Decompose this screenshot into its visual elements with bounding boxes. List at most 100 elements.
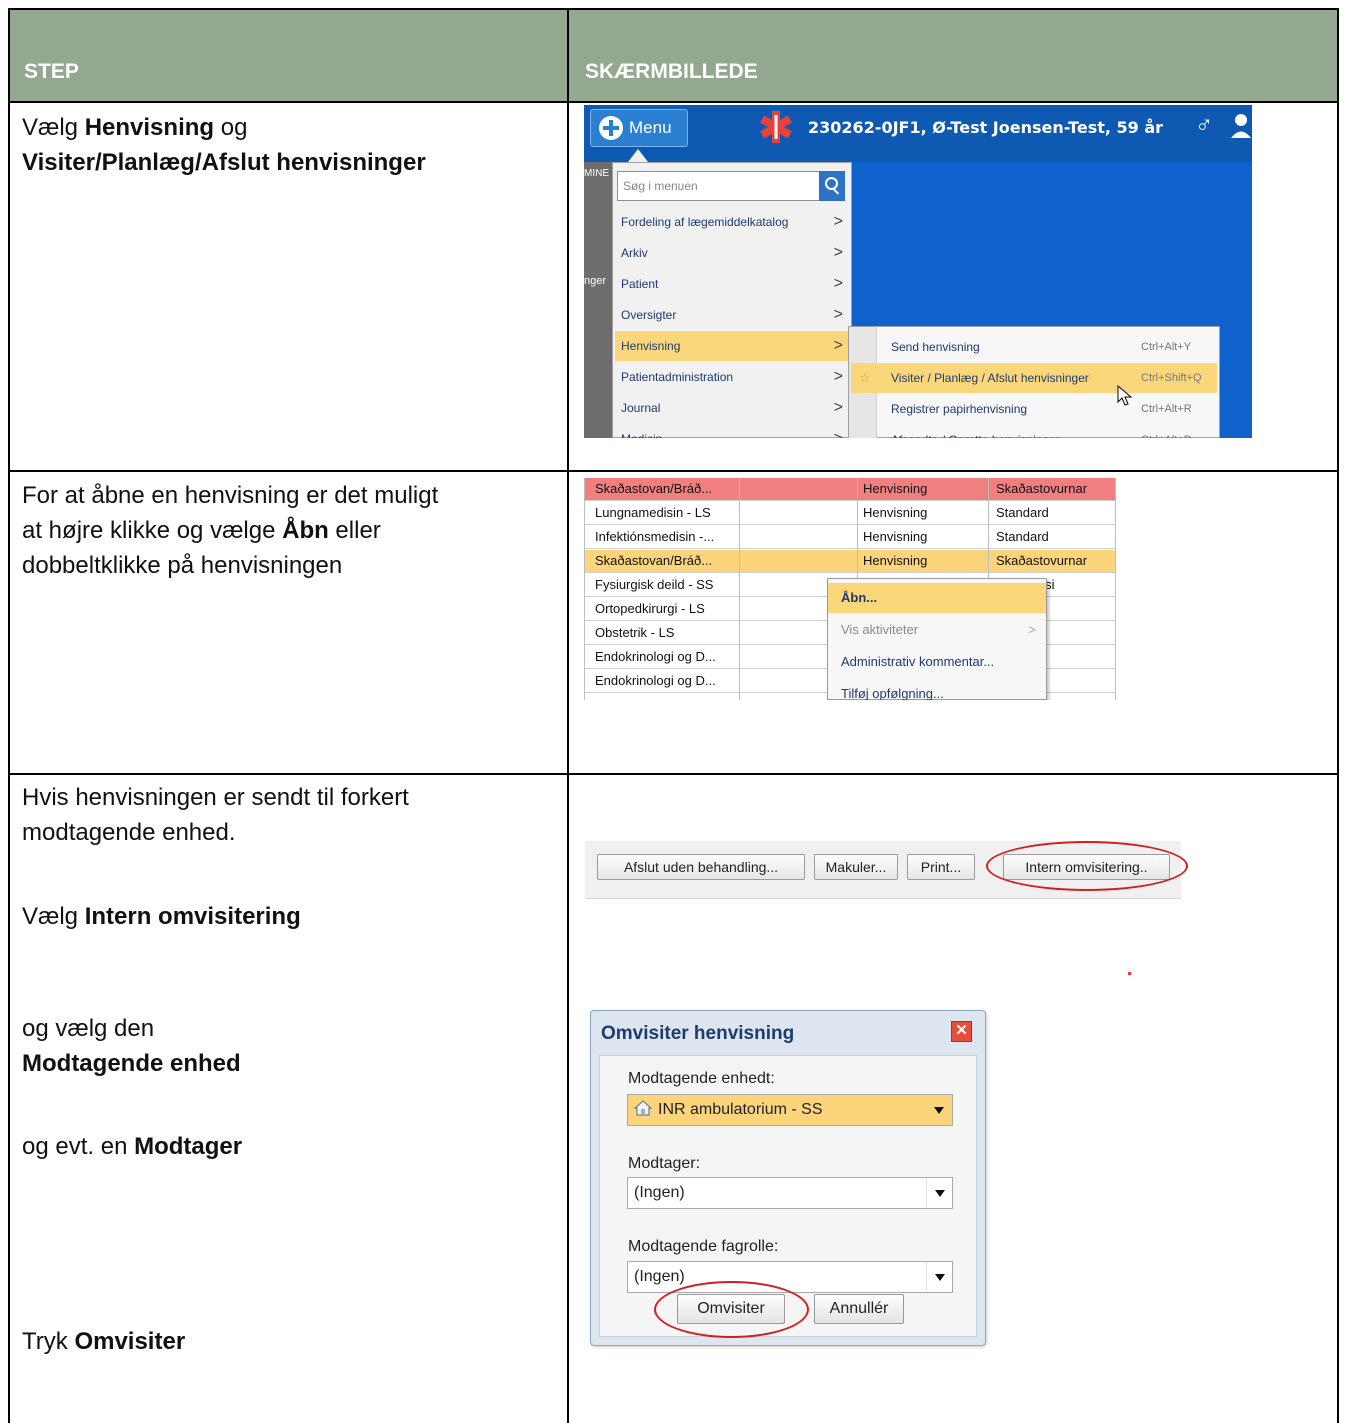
mouse-cursor-icon (1117, 385, 1133, 406)
bold-term: Henvisning (84, 114, 215, 141)
discard-button[interactable]: Makuler... (814, 854, 898, 880)
menu-item-patient[interactable]: Patient > (615, 269, 849, 299)
table-cell: Skaðastovurnar (996, 481, 1088, 496)
plus-icon (599, 116, 623, 140)
step-1-text: Vælg Henvisning og Visiter/Planlæg/Afslut… (22, 110, 426, 180)
patient-info: 230262-0JF1, Ø-Test Joensen-Test, 59 år (808, 118, 1164, 137)
role-select[interactable]: (Ingen) (627, 1261, 953, 1293)
menu-search-input[interactable]: Søg i menuen (617, 171, 845, 201)
bold-term: Åbn (282, 517, 329, 544)
male-icon: ♂ (1195, 111, 1213, 138)
menu-item-label: Journal (621, 401, 661, 415)
context-menu-item[interactable]: Åbn... (828, 583, 1046, 613)
table-row[interactable]: Skaðastovan/Bráð... Henvisning Skaðastovur… (584, 478, 1116, 501)
submenu-henvisning: Send henvisning Ctrl+Alt+Y ☆ Visiter / Plan… (848, 326, 1220, 438)
step-fragment: at højre klikke og vælge (22, 517, 283, 544)
table-row[interactable]: Infektiónsmedisin -... Henvisning Standard (584, 526, 1116, 549)
receiving-unit-select[interactable]: INR ambulatorium - SS (627, 1094, 953, 1126)
context-menu-item[interactable]: Administrativ kommentar... (828, 647, 1046, 677)
step-line: dobbeltklikke på henvisningen (22, 548, 438, 583)
submenu-shortcut: Ctrl+Alt+D (1141, 425, 1192, 438)
table-cell: Skaðastovurnar (996, 553, 1088, 568)
table-cell: Skaðastovan/Bráð... (595, 481, 713, 496)
context-menu-item[interactable]: Vis aktiviteter > (828, 615, 1046, 645)
submenu-shortcut: Ctrl+Alt+R (1141, 403, 1192, 415)
menu-item-label: Oversigter (621, 308, 677, 322)
submenu-item[interactable]: Send henvisning Ctrl+Alt+Y (851, 332, 1217, 362)
submenu-shortcut: Ctrl+Alt+Y (1141, 341, 1192, 353)
menu-item-henvisning[interactable]: Henvisning > (615, 331, 849, 361)
print-button[interactable]: Print... (907, 854, 975, 880)
step-3-choose-unit-line2: Modtagende enhed (22, 1050, 241, 1077)
close-icon[interactable]: ✕ (951, 1021, 972, 1042)
step-line: Vælg Henvisning og (22, 110, 426, 145)
table-cell: Henvisning (863, 481, 928, 496)
screenshot-button-bar: Afslut uden behandling... Makuler... Pri… (585, 841, 1188, 899)
step-fragment: og (214, 114, 248, 141)
finish-without-treatment-button[interactable]: Afslut uden behandling... (597, 854, 805, 880)
header-step: STEP (24, 60, 79, 83)
left-strip-label: MINE (584, 168, 609, 179)
menu-item-fordeling-af-lægemiddelkatalog[interactable]: Fordeling af lægemiddelkatalog > (615, 207, 849, 237)
chevron-right-icon: > (1028, 622, 1036, 637)
context-menu-label: Vis aktiviteter (841, 622, 919, 637)
menu-item-label: Medicin (621, 432, 662, 438)
chevron-right-icon: > (833, 244, 843, 261)
list-column-separator (1115, 478, 1116, 700)
left-strip-label-2: nger (584, 275, 607, 287)
receiving-unit-value: INR ambulatorium - SS (658, 1101, 823, 1118)
step-line: at højre klikke og vælge Åbn eller (22, 513, 438, 548)
submenu-shortcut: Ctrl+Shift+Q (1141, 372, 1202, 384)
menu-item-label: Fordeling af lægemiddelkatalog (621, 215, 789, 229)
submenu-item-label: Visiter / Planlæg / Afslut henvisninger (891, 371, 1089, 385)
submenu-item[interactable]: ☆ Visiter / Planlæg / Afslut henvisninger… (851, 363, 1217, 393)
chevron-down-icon[interactable] (926, 1178, 952, 1208)
submenu-item-label: Send henvisning (891, 340, 980, 354)
submenu-item[interactable]: Registrer papirhenvisning Ctrl+Alt+R (851, 394, 1217, 424)
main-menu: Søg i menuen Fordeling af lægemiddelkata… (612, 162, 852, 438)
table-border-left (8, 8, 10, 1423)
table-row[interactable]: Lungnamedisin - LS Henvisning Standard (584, 502, 1116, 525)
receiver-label: Modtager: (628, 1155, 701, 1172)
bold-term: Visiter/Planlæg/Afslut henvisninger (22, 149, 426, 176)
step-3-line1: Hvis henvisningen er sendt til forkert (22, 784, 409, 811)
menu-item-journal[interactable]: Journal > (615, 393, 849, 423)
step-3-press: Tryk Omvisiter (22, 1328, 186, 1355)
menu-item-arkiv[interactable]: Arkiv > (615, 238, 849, 268)
red-mark (1128, 972, 1131, 975)
header-screenshot: SKÆRMBILLEDE (585, 60, 758, 83)
menu-item-oversigter[interactable]: Oversigter > (615, 300, 849, 330)
table-cell: Henvisning (863, 505, 928, 520)
table-cell: Lungnamedisin - LS (595, 505, 711, 520)
menu-item-medicin[interactable]: Medicin > (615, 424, 849, 438)
favorite-star-icon[interactable]: ☆ (859, 363, 871, 393)
step-3-line2: modtagende enhed. (22, 819, 236, 846)
user-icon[interactable] (1230, 113, 1252, 139)
table-cell: Standard (996, 529, 1049, 544)
table-cell: Endokrinologi og D... (595, 673, 716, 688)
context-menu-item[interactable]: Tilføj opfølgning... (828, 679, 1046, 700)
search-icon[interactable] (819, 171, 845, 201)
table-cell: Infektiónsmedisin -... (595, 529, 715, 544)
chevron-right-icon: > (833, 306, 843, 323)
chevron-right-icon: > (833, 368, 843, 385)
cancel-button[interactable]: Annullér (814, 1294, 904, 1324)
menu-item-patientadministration[interactable]: Patientadministration > (615, 362, 849, 392)
table-column-divider (567, 8, 569, 1423)
step-fragment: For at åbne en henvisning er det muligt (22, 482, 439, 509)
table-cell: Obstetrik - LS (595, 625, 675, 640)
submenu-item[interactable]: Afsendte / Oprette henvisninger Ctrl+Alt+… (851, 425, 1217, 438)
table-border-right (1337, 8, 1339, 1423)
menu-item-label: Patientadministration (621, 370, 734, 384)
role-label: Modtagende fagrolle: (628, 1238, 779, 1255)
table-cell: Skaðastovan/Bráð... (595, 553, 713, 568)
receiver-select[interactable]: (Ingen) (627, 1177, 953, 1209)
chevron-down-icon[interactable] (926, 1095, 952, 1125)
menu-button[interactable]: Menu (590, 109, 688, 147)
chevron-down-icon[interactable] (926, 1262, 952, 1292)
home-icon (634, 1100, 652, 1116)
table-row[interactable]: Skaðastovan/Bráð... Henvisning Skaðastovur… (584, 550, 1116, 573)
step-fragment: Vælg (22, 114, 85, 141)
receiving-unit-label: Modtagende enhedt: (628, 1070, 775, 1087)
menu-pointer (628, 149, 648, 162)
